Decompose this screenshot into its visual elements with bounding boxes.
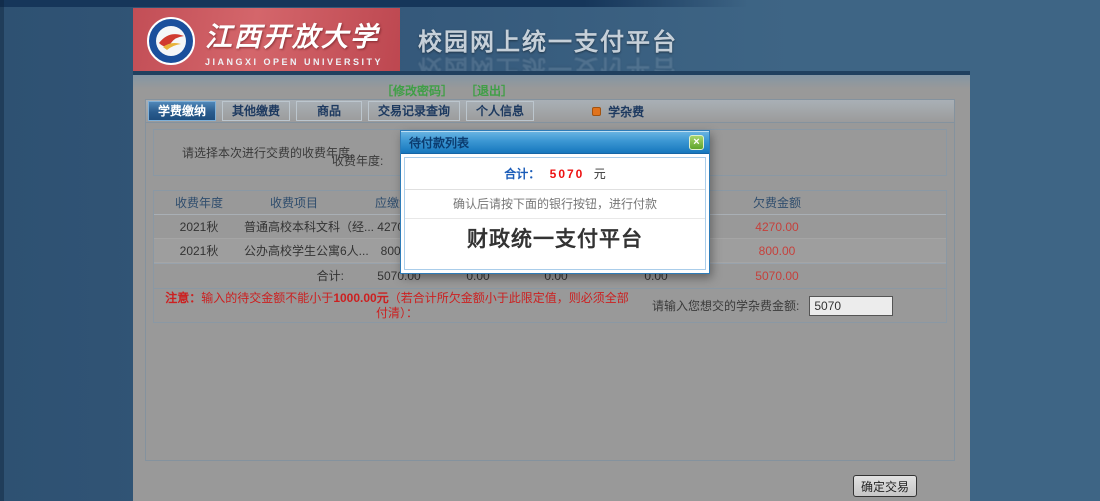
modal-total-value: 5070 bbox=[550, 167, 585, 181]
university-banner: 江西开放大学 JIANGXI OPEN UNIVERSITY bbox=[133, 8, 400, 74]
amount-input[interactable] bbox=[809, 296, 893, 316]
modal-total-row: 合计： 5070 元 bbox=[405, 159, 705, 190]
close-icon: × bbox=[693, 136, 699, 148]
notice-text: 注意：输入的待交金额不能小于1000.00元（若合计所欠金额小于此限定值，则必须… bbox=[160, 291, 634, 321]
payment-modal: 待付款列表 × 合计： 5070 元 确认后请按下面的银行按钮，进行付款 财政统… bbox=[400, 130, 710, 274]
top-links: ［修改密码］ ［退出］ bbox=[381, 82, 513, 99]
modal-title: 待付款列表 bbox=[409, 134, 689, 151]
tab-tuition-payment[interactable]: 学费缴纳 bbox=[148, 101, 216, 121]
modal-close-button[interactable]: × bbox=[689, 135, 704, 150]
modal-total-unit: 元 bbox=[594, 167, 606, 181]
page-background: 江西开放大学 JIANGXI OPEN UNIVERSITY 校园网上统一支付平… bbox=[0, 0, 1100, 501]
modal-instruction: 确认后请按下面的银行按钮，进行付款 bbox=[405, 190, 705, 219]
modal-body: 合计： 5070 元 确认后请按下面的银行按钮，进行付款 财政统一支付平台 bbox=[401, 154, 709, 273]
tab-goods[interactable]: 商品 bbox=[296, 101, 362, 121]
tab-other-fees[interactable]: 其他缴费 bbox=[222, 101, 290, 121]
logout-link[interactable]: ［退出］ bbox=[465, 82, 513, 99]
left-edge-shade bbox=[0, 0, 4, 501]
bank-pay-button[interactable]: 财政统一支付平台 bbox=[405, 219, 705, 261]
modal-title-bar: 待付款列表 × bbox=[401, 131, 709, 154]
tab-bar: 学费缴纳 其他缴费 商品 交易记录查询 个人信息 学杂费 bbox=[146, 100, 954, 123]
change-password-link[interactable]: ［修改密码］ bbox=[381, 82, 453, 99]
platform-title: 校园网上统一支付平台 bbox=[418, 22, 678, 57]
orange-bullet-icon bbox=[592, 107, 601, 116]
header-item: 收费项目 bbox=[244, 191, 344, 215]
university-logo-icon bbox=[147, 17, 195, 65]
note-row: 注意：输入的待交金额不能小于1000.00元（若合计所欠金额小于此限定值，则必须… bbox=[154, 288, 946, 322]
tab-transaction-records[interactable]: 交易记录查询 bbox=[368, 101, 460, 121]
amount-label: 请输入您想交的学杂费金额: bbox=[652, 297, 799, 314]
modal-total-label: 合计： bbox=[504, 167, 540, 181]
tab-personal-info[interactable]: 个人信息 bbox=[466, 101, 534, 121]
misc-fee-indicator[interactable]: 学杂费 bbox=[592, 103, 644, 120]
misc-fee-label: 学杂费 bbox=[608, 103, 644, 120]
top-edge-shade bbox=[0, 0, 748, 7]
confirm-transaction-button[interactable]: 确定交易 bbox=[853, 475, 917, 497]
university-name-en: JIANGXI OPEN UNIVERSITY bbox=[205, 57, 383, 67]
year-select-label: 收费年度: bbox=[332, 152, 383, 169]
university-name-cn: 江西开放大学 bbox=[205, 15, 383, 54]
header-owed: 欠费金额 bbox=[702, 191, 852, 215]
header-year: 收费年度 bbox=[154, 191, 244, 215]
